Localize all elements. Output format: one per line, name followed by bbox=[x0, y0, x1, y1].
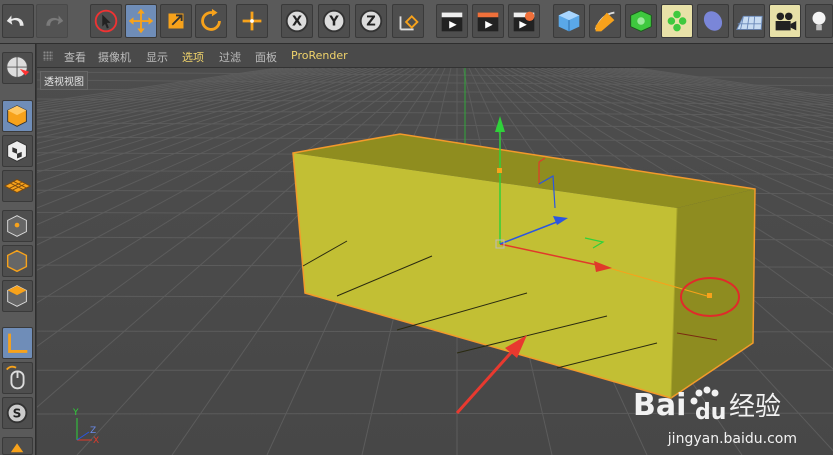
subdivision-icon bbox=[637, 17, 645, 25]
more-icon bbox=[10, 443, 24, 453]
x-axis-handle bbox=[707, 293, 712, 298]
light-bulb-icon bbox=[816, 24, 822, 31]
edges-mode-button[interactable] bbox=[2, 245, 33, 277]
deformer-button[interactable] bbox=[697, 4, 729, 38]
more-tools-button[interactable] bbox=[2, 437, 33, 455]
cloner-icon bbox=[673, 23, 681, 32]
axis-mode-button[interactable] bbox=[2, 327, 33, 359]
indicator-y-label: Y bbox=[72, 408, 79, 418]
render-to-picture-viewer-button[interactable] bbox=[472, 4, 504, 38]
recent-tool-button[interactable] bbox=[236, 4, 268, 38]
mouse-icon bbox=[6, 365, 17, 371]
x-axis-label: X bbox=[292, 15, 302, 30]
perspective-viewport[interactable]: Y X Z 透视视图 Bai du 经验 jingyan.baidu.com bbox=[37, 68, 833, 455]
menu-view[interactable]: 查看 bbox=[64, 49, 86, 65]
tweak-mode-button[interactable] bbox=[2, 362, 33, 394]
watermark-url: jingyan.baidu.com bbox=[667, 431, 797, 447]
rotate-icon bbox=[211, 8, 218, 17]
plus-icon bbox=[250, 19, 254, 23]
snap-icon: S bbox=[13, 407, 22, 421]
workplane-mode-button[interactable] bbox=[2, 170, 33, 202]
z-axis-label: Z bbox=[366, 15, 376, 30]
model-mode-button[interactable] bbox=[2, 100, 33, 132]
camera-button[interactable] bbox=[769, 4, 801, 38]
points-mode-button[interactable] bbox=[2, 210, 33, 242]
y-axis-lock-button[interactable]: Y bbox=[318, 4, 350, 38]
deformer-icon bbox=[703, 11, 723, 31]
undo-button[interactable] bbox=[2, 4, 34, 38]
scale-tool-button[interactable] bbox=[160, 4, 192, 38]
redo-button[interactable] bbox=[36, 4, 68, 38]
texture-mode-button[interactable] bbox=[2, 135, 33, 167]
undo-icon bbox=[6, 15, 24, 26]
z-axis-lock-button[interactable]: Z bbox=[355, 4, 387, 38]
viewport-menu-bar: 查看 摄像机 显示 选项 过滤 面板 ProRender bbox=[37, 44, 833, 68]
render-settings-button[interactable] bbox=[508, 4, 540, 38]
menu-grip-icon[interactable] bbox=[43, 51, 53, 61]
spline-pen-button[interactable] bbox=[589, 4, 621, 38]
cloner-button[interactable] bbox=[661, 4, 693, 38]
indicator-x-label: X bbox=[93, 436, 99, 446]
watermark-jingyan: 经验 bbox=[729, 392, 781, 422]
rotate-tool-button[interactable] bbox=[195, 4, 227, 38]
watermark-du: du bbox=[695, 400, 726, 423]
make-editable-button[interactable] bbox=[2, 52, 33, 84]
left-toolbar: S bbox=[0, 44, 36, 455]
menu-display[interactable]: 显示 bbox=[146, 49, 168, 65]
gear-icon bbox=[524, 11, 535, 21]
indicator-z-label: Z bbox=[90, 426, 96, 436]
top-toolbar: X Y Z bbox=[0, 0, 833, 44]
edges-icon bbox=[6, 249, 28, 273]
baidu-jingyan-watermark: Bai du 经验 bbox=[633, 385, 803, 427]
coordinate-system-button[interactable] bbox=[392, 4, 424, 38]
points-icon bbox=[14, 222, 20, 228]
floor-button[interactable] bbox=[733, 4, 765, 38]
x-axis-lock-button[interactable]: X bbox=[281, 4, 313, 38]
cube-primitive-button[interactable] bbox=[553, 4, 585, 38]
menu-filter[interactable]: 过滤 bbox=[219, 49, 241, 65]
redo-icon bbox=[46, 15, 64, 26]
cursor-icon bbox=[102, 14, 111, 29]
menu-panel[interactable]: 面板 bbox=[255, 49, 277, 65]
coordinate-icon bbox=[404, 14, 419, 29]
polygons-mode-button[interactable] bbox=[2, 280, 33, 312]
live-selection-button[interactable] bbox=[90, 4, 122, 38]
watermark-bai: Bai bbox=[633, 388, 686, 423]
move-icon bbox=[128, 8, 154, 34]
move-tool-button[interactable] bbox=[125, 4, 157, 38]
camera-icon bbox=[790, 21, 797, 31]
light-button[interactable] bbox=[805, 4, 833, 38]
menu-prorender[interactable]: ProRender bbox=[291, 49, 348, 62]
axis-corner-icon bbox=[8, 333, 28, 353]
y-axis-label: Y bbox=[328, 15, 339, 30]
menu-options[interactable]: 选项 bbox=[182, 49, 204, 65]
menu-cameras[interactable]: 摄像机 bbox=[98, 49, 131, 65]
subdivision-surface-button[interactable] bbox=[625, 4, 657, 38]
render-view-button[interactable] bbox=[436, 4, 468, 38]
snap-button[interactable]: S bbox=[2, 397, 33, 429]
viewport-label: 透视视图 bbox=[40, 71, 88, 90]
